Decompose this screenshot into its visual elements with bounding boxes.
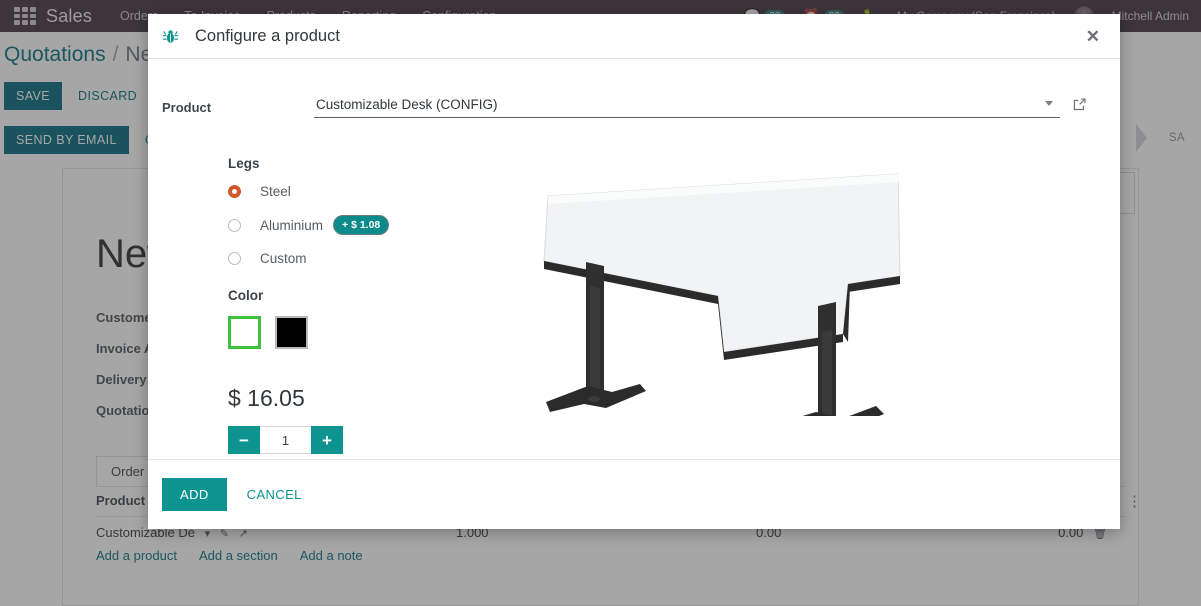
quantity-stepper: − 1 + bbox=[228, 426, 343, 454]
attribute-group-color: Color bbox=[228, 288, 528, 349]
radio-icon-steel[interactable] bbox=[228, 185, 241, 198]
configurator-area: Legs Steel Aluminium + $ 1.08 Custom Col… bbox=[148, 118, 1120, 454]
bug-icon bbox=[162, 28, 179, 45]
plus-icon[interactable]: + bbox=[311, 426, 343, 454]
dialog-body: Product Legs Steel bbox=[148, 59, 1120, 459]
minus-icon[interactable]: − bbox=[228, 426, 260, 454]
color-swatches bbox=[228, 316, 528, 349]
radio-icon-aluminium[interactable] bbox=[228, 218, 241, 232]
dialog-title: Configure a product bbox=[195, 26, 340, 45]
product-price: $ 16.05 bbox=[228, 385, 305, 411]
attribute-color-title: Color bbox=[228, 288, 264, 303]
radio-option-custom[interactable]: Custom bbox=[228, 251, 528, 266]
configure-product-dialog: Configure a product ✕ Product Legs bbox=[148, 14, 1120, 529]
add-button[interactable]: ADD bbox=[162, 478, 227, 511]
radio-label-custom: Custom bbox=[260, 251, 307, 266]
color-swatch-white[interactable] bbox=[228, 316, 261, 349]
product-field-wrapper bbox=[314, 93, 1060, 118]
radio-label-steel: Steel bbox=[260, 184, 291, 199]
product-field-label: Product bbox=[162, 100, 212, 115]
chevron-down-icon[interactable] bbox=[1045, 101, 1053, 106]
radio-option-aluminium[interactable]: Aluminium + $ 1.08 bbox=[228, 215, 528, 235]
cancel-button[interactable]: CANCEL bbox=[233, 478, 316, 511]
external-link-icon[interactable] bbox=[1072, 93, 1096, 117]
attributes-panel: Legs Steel Aluminium + $ 1.08 Custom Col… bbox=[148, 156, 528, 454]
close-icon[interactable]: ✕ bbox=[1080, 24, 1106, 49]
dialog-header: Configure a product ✕ bbox=[148, 14, 1120, 59]
radio-option-steel[interactable]: Steel bbox=[228, 184, 528, 199]
color-swatch-black[interactable] bbox=[275, 316, 308, 349]
extra-price-badge-aluminium: + $ 1.08 bbox=[333, 215, 390, 235]
quantity-value[interactable]: 1 bbox=[260, 426, 311, 454]
radio-icon-custom[interactable] bbox=[228, 252, 241, 265]
product-image bbox=[528, 156, 1120, 426]
dialog-footer: ADD CANCEL bbox=[148, 459, 1120, 529]
radio-label-aluminium: Aluminium bbox=[260, 217, 324, 233]
attribute-group-legs: Legs Steel Aluminium + $ 1.08 Custom bbox=[228, 156, 528, 266]
product-field-row: Product bbox=[148, 93, 1120, 118]
attribute-legs-title: Legs bbox=[228, 156, 260, 171]
product-input[interactable] bbox=[314, 93, 1060, 118]
